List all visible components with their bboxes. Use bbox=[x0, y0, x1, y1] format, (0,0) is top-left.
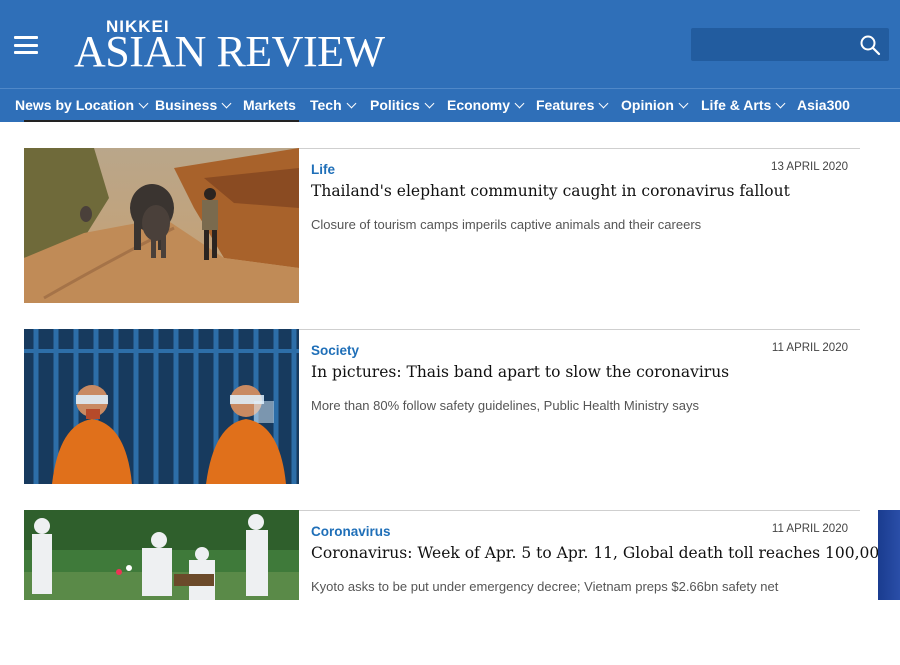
nav-label: Tech bbox=[310, 97, 342, 113]
article-summary: Closure of tourism camps imperils captiv… bbox=[311, 217, 702, 232]
nav-markets[interactable]: Markets bbox=[243, 89, 296, 122]
nav-label: Opinion bbox=[621, 97, 674, 113]
article-summary: Kyoto asks to be put under emergency dec… bbox=[311, 579, 779, 594]
article-thumbnail[interactable] bbox=[24, 510, 299, 665]
logo-asian-review: ASIAN REVIEW bbox=[74, 27, 385, 76]
header-bar: NIKKEI ASIAN REVIEW bbox=[0, 0, 900, 88]
article-date: 13 APRIL 2020 bbox=[771, 161, 848, 173]
side-banner-edge bbox=[878, 510, 900, 600]
nav-asia300[interactable]: Asia300 bbox=[797, 89, 850, 122]
article-summary: More than 80% follow safety guidelines, … bbox=[311, 398, 700, 413]
nav-features[interactable]: Features bbox=[536, 89, 609, 122]
chevron-down-icon bbox=[221, 98, 232, 109]
divider bbox=[299, 148, 860, 149]
chevron-down-icon bbox=[775, 98, 786, 109]
article-date: 11 APRIL 2020 bbox=[771, 523, 848, 535]
nav-tech[interactable]: Tech bbox=[310, 89, 357, 122]
divider bbox=[299, 510, 860, 511]
nav-label: Life & Arts bbox=[701, 97, 772, 113]
search-input[interactable] bbox=[697, 32, 851, 59]
nav-life-arts[interactable]: Life & Arts bbox=[701, 89, 786, 122]
article-category[interactable]: Coronavirus bbox=[311, 524, 391, 539]
chevron-down-icon bbox=[514, 98, 525, 109]
chevron-down-icon bbox=[678, 98, 689, 109]
hazmat-workers-photo bbox=[24, 510, 299, 600]
nav-label: Economy bbox=[447, 97, 511, 113]
search-icon[interactable] bbox=[859, 34, 881, 56]
article-thumbnail[interactable] bbox=[24, 148, 299, 303]
chevron-down-icon bbox=[138, 98, 149, 109]
article-date: 11 APRIL 2020 bbox=[771, 342, 848, 354]
nav-label: Markets bbox=[243, 97, 296, 113]
divider bbox=[299, 329, 860, 330]
nav-news-by-location[interactable]: News by Location bbox=[15, 89, 149, 122]
nav-label: Features bbox=[536, 97, 595, 113]
search-box bbox=[691, 28, 889, 61]
elephant-photo bbox=[24, 148, 299, 303]
article-category[interactable]: Society bbox=[311, 343, 359, 358]
article-title[interactable]: Coronavirus: Week of Apr. 5 to Apr. 11, … bbox=[311, 544, 889, 562]
main-nav: News by Location Business Markets Tech P… bbox=[0, 88, 900, 122]
nav-business[interactable]: Business bbox=[155, 89, 232, 122]
chevron-down-icon bbox=[346, 98, 357, 109]
nav-politics[interactable]: Politics bbox=[370, 89, 435, 122]
nav-economy[interactable]: Economy bbox=[447, 89, 525, 122]
nav-label: News by Location bbox=[15, 97, 135, 113]
nav-label: Asia300 bbox=[797, 97, 850, 113]
nav-opinion[interactable]: Opinion bbox=[621, 89, 689, 122]
menu-icon[interactable] bbox=[14, 36, 38, 54]
monks-photo bbox=[24, 329, 299, 484]
nav-label: Politics bbox=[370, 97, 420, 113]
chevron-down-icon bbox=[598, 98, 609, 109]
article-title[interactable]: In pictures: Thais band apart to slow th… bbox=[311, 363, 856, 381]
article-thumbnail[interactable] bbox=[24, 329, 299, 484]
article-category[interactable]: Life bbox=[311, 162, 335, 177]
previous-article-image-edge bbox=[24, 120, 299, 122]
article-title[interactable]: Thailand's elephant community caught in … bbox=[311, 182, 856, 200]
chevron-down-icon bbox=[424, 98, 435, 109]
nav-label: Business bbox=[155, 97, 218, 113]
